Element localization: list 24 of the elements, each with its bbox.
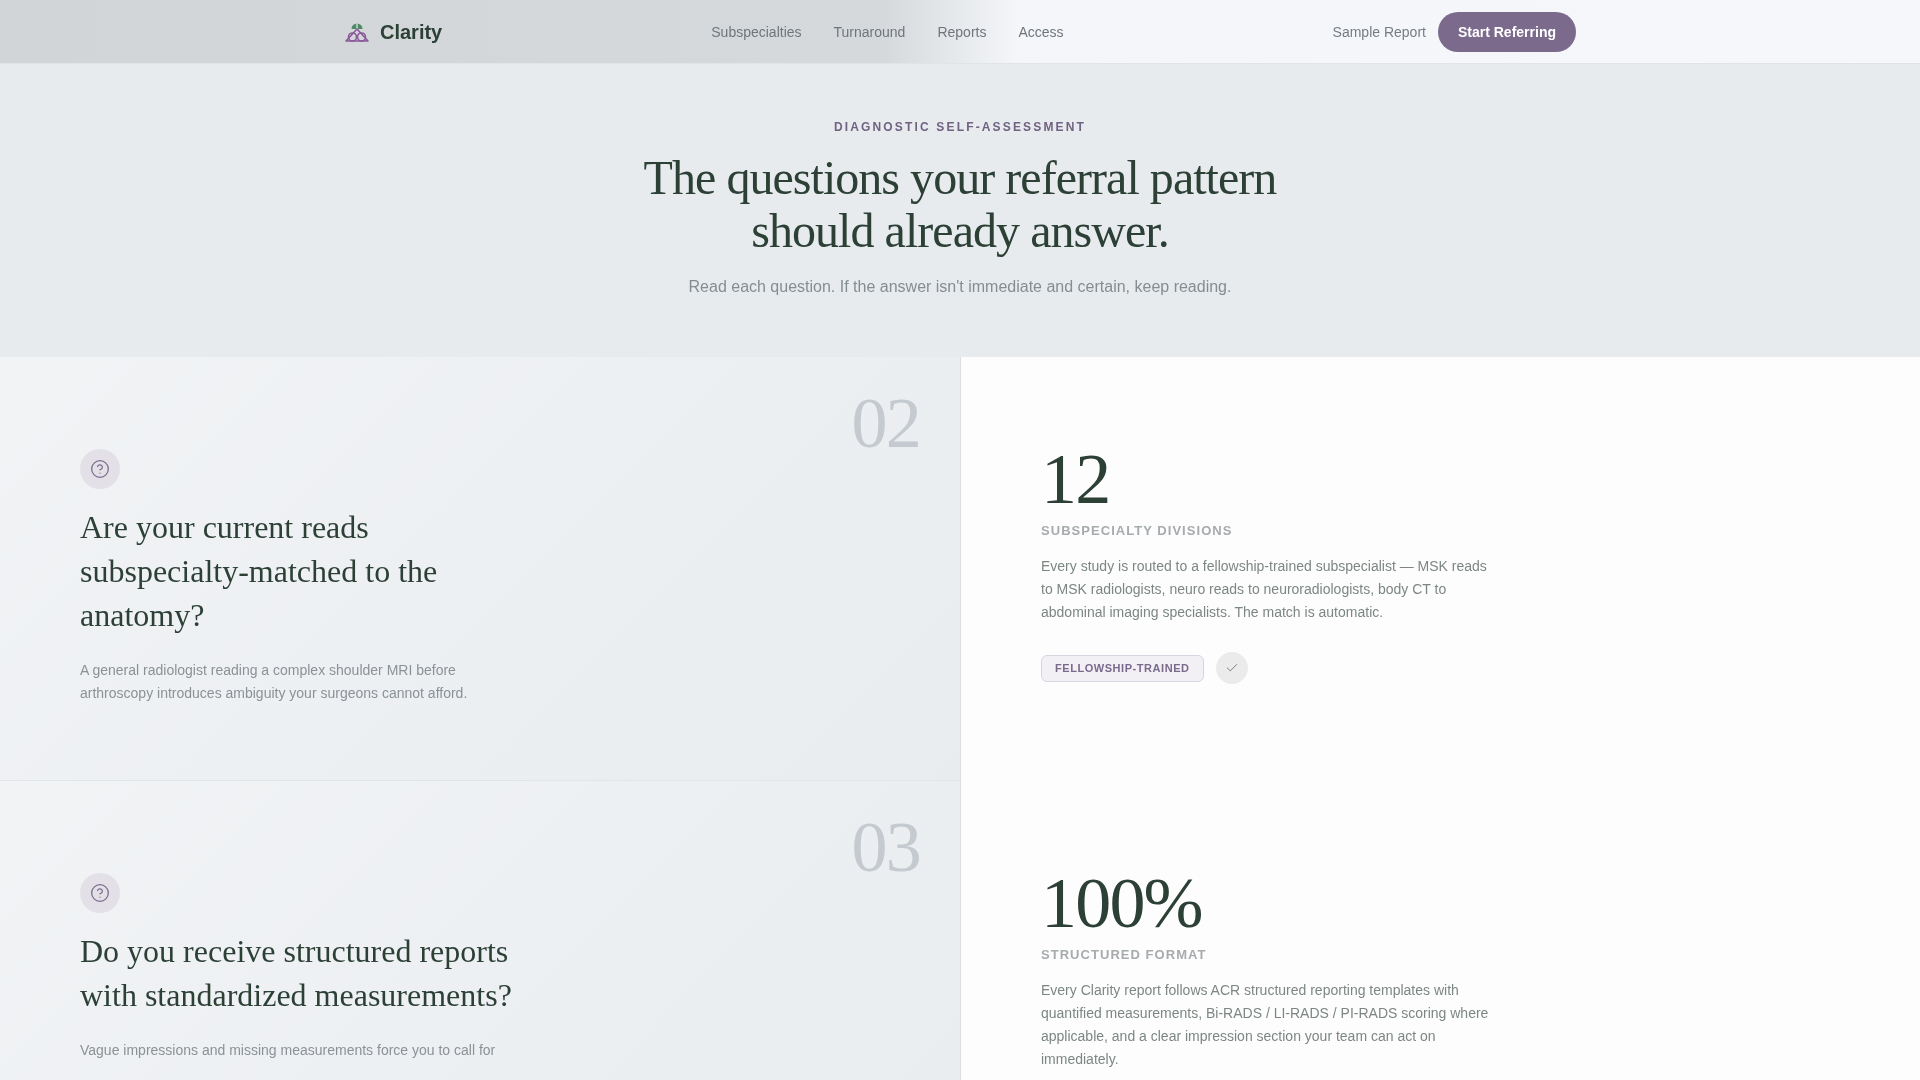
question-icon [80,449,120,489]
start-referring-button[interactable]: Start Referring [1437,11,1576,52]
hero-subtitle: Read each question. If the answer isn't immediate and certain, keep reading. [688,277,1232,297]
nav-link[interactable]: Reports [937,21,987,42]
hero-heading: The questions your referral pattern should already answer. [642,151,1278,257]
brand-name[interactable]: Clarity [380,17,443,46]
question-description: Vague impressions and missing measurements force you to call for [80,1041,497,1060]
stat-description: Every study is routed to a fellowship-trained subspecialist — MSK reads to MSK radiologists, neuro reads to neuroradiologists, body CT to abdominal imaging specialists. The match is automatic. [1041,557,1488,622]
question-heading: Are your current reads subspecialty-matched to the anatomy? [80,508,439,635]
nav-link[interactable]: Access [1018,21,1064,42]
question-heading: Do you receive structured reports with standardized measurements? [80,932,513,1015]
stat-label: SUBSPECIALTY DIVISIONS [1041,523,1233,539]
question-icon [80,873,120,913]
stat-label: STRUCTURED FORMAT [1041,947,1207,963]
stat-number: 100% [1041,867,1202,939]
question-description: A general radiologist reading a complex shoulder MRI before arthroscopy introduces ambiguity your surgeons cannot afford. [80,661,469,703]
eyebrow-label: DIAGNOSTIC SELF-ASSESSMENT [833,119,1087,135]
stat-number: 12 [1041,443,1110,515]
sample-report-link[interactable]: Sample Report [1332,21,1426,42]
check-icon [1215,652,1248,684]
nav-link[interactable]: Subspecialties [711,21,802,42]
credential-tag: FELLOWSHIP-TRAINED [1041,654,1204,682]
nav-link[interactable]: Turnaround [833,21,906,42]
stat-description: Every Clarity report follows ACR structured reporting templates with quantified measurements, Bi-RADS / LI-RADS / PI-RADS scoring where applicable, and a clear impression section your team can act on immediately. [1041,981,1490,1069]
